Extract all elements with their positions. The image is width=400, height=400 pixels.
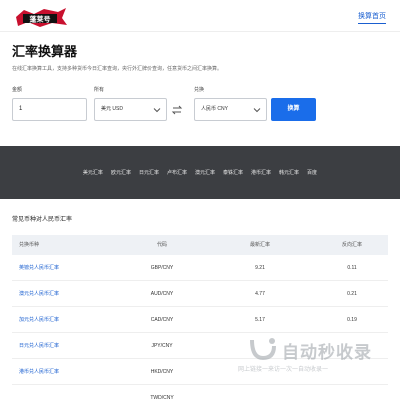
from-currency-value: 美元 USD xyxy=(101,106,123,112)
band-link[interactable]: 澳元汇率 xyxy=(195,169,215,176)
column-header: 代码 xyxy=(156,242,167,248)
column-header: 最新汇率 xyxy=(249,242,270,248)
currency-code: CAD/CNY xyxy=(150,317,174,323)
nav-home-link[interactable]: 换算首页 xyxy=(358,11,386,24)
from-currency-select[interactable]: 美元 USD xyxy=(94,98,167,121)
watermark-title: 自动秒收录 xyxy=(282,343,372,362)
rates-section-title: 常见币种对人民币汇率 xyxy=(12,217,73,223)
table-row: 澳元兑人民币汇率 AUD/CNY 4.77 0.21 xyxy=(12,281,388,307)
page-description: 在线汇率换算工具，支持多种货币今日汇率查询，央行外汇牌价查询，任意货币之间汇率换… xyxy=(12,66,223,72)
table-row: TWD/CNY xyxy=(12,385,388,400)
convert-button[interactable]: 换算 xyxy=(271,98,316,121)
to-currency-label: 兑换 xyxy=(194,87,205,93)
band-link[interactable]: 日元汇率 xyxy=(139,169,159,176)
band-link[interactable]: 欧元汇率 xyxy=(111,169,131,176)
band-link[interactable]: 泰铢汇率 xyxy=(223,169,243,176)
site-logo[interactable]: 蓬莱号 xyxy=(14,6,68,28)
top-header: 蓬莱号 换算首页 xyxy=(0,0,400,32)
amount-input[interactable]: 1 xyxy=(12,98,87,121)
currency-pair-link[interactable]: 英镑兑人民币汇率 xyxy=(19,255,59,281)
column-header: 反向汇率 xyxy=(341,242,362,248)
currency-pair-link[interactable]: 加元兑人民币汇率 xyxy=(19,307,59,333)
swap-currencies-icon[interactable] xyxy=(171,104,183,116)
band-link[interactable]: 卢布汇率 xyxy=(167,169,187,176)
currency-pair-link[interactable]: 日元兑人民币汇率 xyxy=(19,333,59,359)
table-row: 加元兑人民币汇率 CAD/CNY 5.17 0.19 xyxy=(12,307,388,333)
currency-links: 美元汇率 欧元汇率 日元汇率 卢布汇率 澳元汇率 泰铢汇率 港币汇率 韩元汇率 百度 xyxy=(0,169,400,176)
table-header: 兑换币种 代码 最新汇率 反向汇率 xyxy=(12,235,388,255)
amount-label: 金额 xyxy=(12,87,23,93)
page-title: 汇率换算器 xyxy=(12,44,78,59)
currency-pair-link[interactable]: 港币兑人民币汇率 xyxy=(19,359,59,385)
band-link[interactable]: 港币汇率 xyxy=(251,169,271,176)
latest-rate: 9.21 xyxy=(255,265,265,271)
chevron-down-icon xyxy=(153,108,161,113)
from-currency-label: 所有 xyxy=(94,87,105,93)
band-link[interactable]: 百度 xyxy=(307,169,317,176)
band-link[interactable]: 韩元汇率 xyxy=(279,169,299,176)
watermark-logo-icon xyxy=(250,338,276,361)
currency-code: HKD/CNY xyxy=(150,369,174,375)
chevron-down-icon xyxy=(253,108,261,113)
currency-code: TWD/CNY xyxy=(150,395,174,400)
to-currency-value: 人民币 CNY xyxy=(201,106,228,112)
reverse-rate: 0.11 xyxy=(347,265,357,271)
latest-rate: 5.17 xyxy=(255,317,265,323)
band-link[interactable]: 美元汇率 xyxy=(83,169,103,176)
currency-code: GBP/CNY xyxy=(150,265,174,271)
reverse-rate: 0.21 xyxy=(347,291,357,297)
logo-text: 蓬莱号 xyxy=(30,15,51,24)
column-header: 兑换币种 xyxy=(19,242,40,248)
latest-rate: 4.77 xyxy=(255,291,265,297)
to-currency-select[interactable]: 人民币 CNY xyxy=(194,98,267,121)
header-divider xyxy=(0,31,400,32)
currency-code: AUD/CNY xyxy=(150,291,174,297)
watermark-subtitle: 网上链接一来访一次一自动收录一 xyxy=(238,367,329,373)
reverse-rate: 0.19 xyxy=(347,317,357,323)
watermark: 自动秒收录 网上链接一来访一次一自动收录一 xyxy=(238,336,388,376)
currency-pair-link[interactable]: 澳元兑人民币汇率 xyxy=(19,281,59,307)
currency-code: JPY/CNY xyxy=(151,343,173,349)
table-row: 英镑兑人民币汇率 GBP/CNY 9.21 0.11 xyxy=(12,255,388,281)
